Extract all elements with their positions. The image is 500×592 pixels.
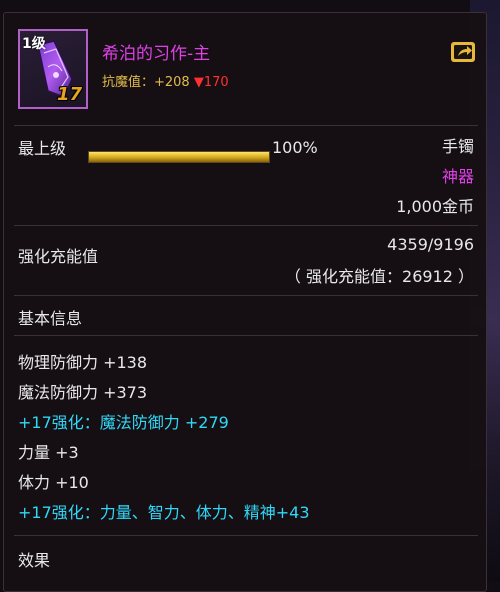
divider-5 [14,535,478,536]
grade-progress-bar [88,151,270,163]
grade-progress-fill [89,152,269,162]
charge-detail: （ 强化充能值：26912 ） [284,267,474,286]
basic-info-title: 基本信息 [18,309,83,328]
stat-line-3: +17强化：魔法防御力 +279 [18,413,229,432]
resist-down: ▼170 [193,75,229,90]
charge-label: 强化充能值 [18,247,99,266]
divider-4 [14,335,478,336]
stat-line-5: 体力 +10 [18,473,89,492]
stat-line-1: 物理防御力 +138 [18,353,148,372]
item-slot[interactable]: 1级 17 [18,29,88,109]
slot-type: 手镯 [441,137,474,156]
divider-2 [14,225,478,226]
item-level-badge: 1级 [22,36,46,52]
stat-line-2: 魔法防御力 +373 [18,383,148,402]
item-tooltip: 1级 17 希泊的习作-主 抗魔值：+208 ▼170 最上级 100% 手镯 … [3,12,487,592]
grade-label: 最上级 [18,139,67,158]
stat-line-4: 力量 +3 [18,443,79,462]
effects-title: 效果 [18,551,51,570]
divider-top [14,125,478,126]
grade-percent: 100% [272,138,318,157]
stat-line-6: +17强化：力量、智力、体力、精神+43 [18,503,310,522]
item-name: 希泊的习作-主 [102,44,211,64]
enhance-level-badge: 17 [56,84,82,105]
rarity: 神器 [441,167,474,186]
divider-3 [14,295,478,296]
price: 1,000金币 [396,197,474,216]
resist-value: 抗魔值：+208 [102,75,190,90]
charge-value: 4359/9196 [387,235,474,254]
share-external-icon[interactable] [450,41,476,63]
resist-stat: 抗魔值：+208 ▼170 [102,71,229,90]
